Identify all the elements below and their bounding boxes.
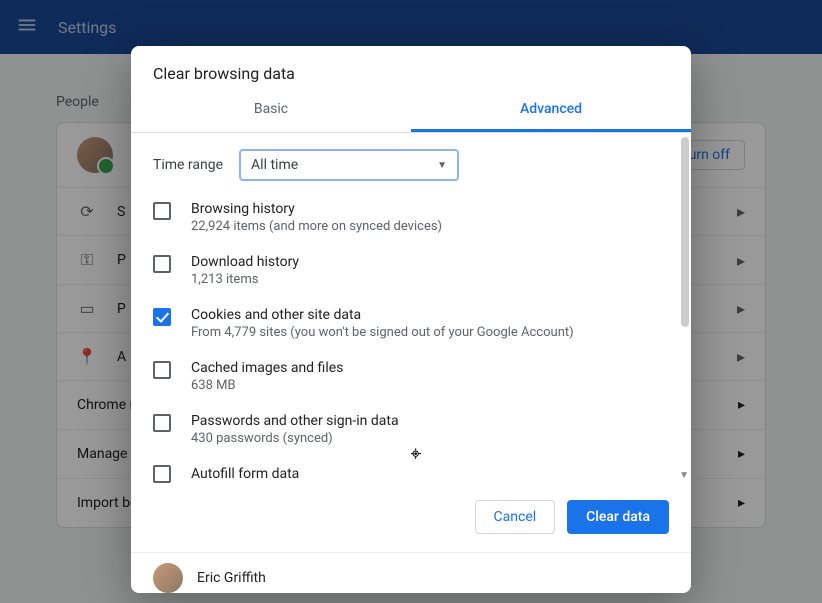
option-passwords[interactable]: Passwords and other sign-in data 430 pas… (131, 403, 691, 456)
dialog-title: Clear browsing data (131, 46, 691, 91)
dropdown-caret-icon: ▼ (437, 160, 447, 171)
time-range-row: Time range All time ▼ (131, 133, 691, 191)
dialog-footer: Cancel Clear data (131, 483, 691, 552)
checkbox-download-history[interactable] (153, 255, 171, 273)
option-cookies[interactable]: Cookies and other site data From 4,779 s… (131, 297, 691, 350)
time-range-select[interactable]: All time ▼ (239, 149, 459, 181)
clear-browsing-data-dialog: Clear browsing data Basic Advanced ▼ Tim… (131, 46, 691, 593)
checkbox-cached[interactable] (153, 361, 171, 379)
tab-basic[interactable]: Basic (131, 91, 411, 132)
option-autofill[interactable]: Autofill form data (131, 456, 691, 483)
checkbox-autofill[interactable] (153, 465, 171, 483)
scrollbar-thumb[interactable] (681, 137, 689, 327)
avatar-icon (153, 563, 183, 593)
profile-name: Eric Griffith (197, 570, 266, 586)
checkbox-passwords[interactable] (153, 414, 171, 432)
time-range-label: Time range (153, 157, 223, 173)
time-range-value: All time (251, 157, 298, 173)
checkbox-browsing-history[interactable] (153, 202, 171, 220)
scroll-down-icon[interactable]: ▼ (679, 470, 689, 481)
dialog-profile-row: Eric Griffith (131, 552, 691, 593)
dialog-tabs: Basic Advanced (131, 91, 691, 133)
option-cached[interactable]: Cached images and files 638 MB (131, 350, 691, 403)
dialog-body: ▼ Time range All time ▼ Browsing history… (131, 133, 691, 483)
checkbox-cookies[interactable] (153, 308, 171, 326)
option-browsing-history[interactable]: Browsing history 22,924 items (and more … (131, 191, 691, 244)
option-download-history[interactable]: Download history 1,213 items (131, 244, 691, 297)
tab-advanced[interactable]: Advanced (411, 91, 691, 132)
clear-data-button[interactable]: Clear data (567, 500, 669, 534)
cancel-button[interactable]: Cancel (475, 500, 556, 534)
